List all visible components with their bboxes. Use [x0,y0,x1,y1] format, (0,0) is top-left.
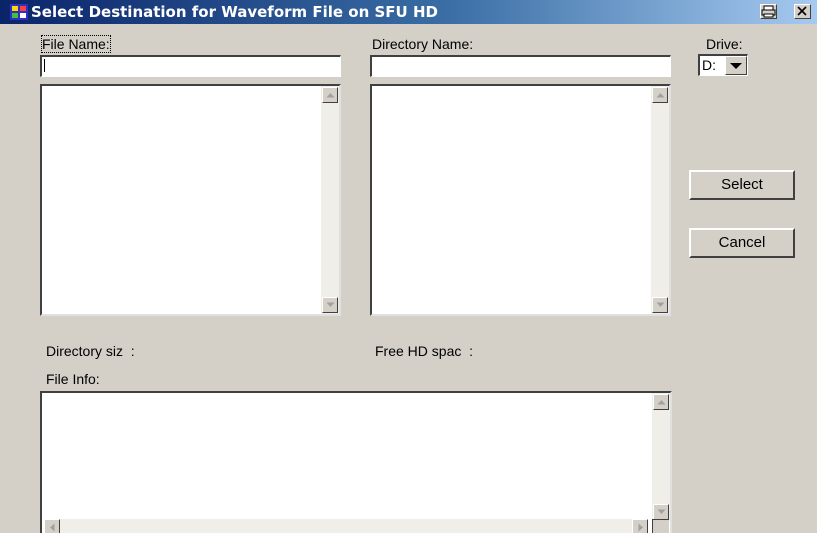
file-info-scroll-right-button[interactable] [632,519,648,533]
drive-selected-value: D: [702,57,716,73]
file-info-scroll-up-button[interactable] [653,394,669,410]
directory-listbox[interactable] [370,84,671,316]
window-title: Select Destination for Waveform File on … [31,3,438,21]
file-list-scrollbar[interactable] [321,86,339,314]
file-list-scroll-up-button[interactable] [322,87,338,103]
arrow-down-icon [656,302,665,307]
file-listbox[interactable] [40,84,341,316]
free-hd-space-label: Free HD spac : [375,343,474,359]
arrow-up-icon [326,93,335,98]
chevron-down-icon [730,63,742,69]
file-list-scroll-down-button[interactable] [322,297,338,313]
directory-list-scroll-up-button[interactable] [652,87,668,103]
drive-dropdown-button[interactable] [725,56,747,75]
file-name-label: File Name: [41,35,111,53]
text-caret [44,59,45,72]
arrow-up-icon [657,400,666,405]
file-info-label: File Info: [46,371,100,387]
close-button[interactable] [794,4,811,19]
size-grip [652,519,669,533]
file-info-scroll-down-button[interactable] [653,504,669,520]
cancel-button[interactable]: Cancel [689,228,795,258]
cancel-button-label: Cancel [718,234,766,251]
arrow-right-icon [638,523,643,532]
drive-label: Drive: [706,36,743,52]
dialog-window: Select Destination for Waveform File on … [0,0,817,533]
directory-name-input[interactable] [370,55,671,77]
arrow-down-icon [657,509,666,514]
close-icon [797,6,807,16]
directory-list-scrollbar[interactable] [651,86,669,314]
directory-list-scroll-down-button[interactable] [652,297,668,313]
application-icon [10,4,28,20]
drive-select[interactable]: D: [698,54,748,76]
arrow-up-icon [656,93,665,98]
file-info-horizontal-scrollbar[interactable] [44,519,648,533]
directory-name-label: Directory Name: [372,36,474,52]
arrow-down-icon [326,302,335,307]
select-button-label: Select [721,176,763,193]
file-info-scroll-left-button[interactable] [44,519,60,533]
arrow-left-icon [50,523,55,532]
print-icon [761,5,776,18]
title-bar[interactable]: Select Destination for Waveform File on … [0,0,817,24]
directory-size-label: Directory siz : [46,343,135,359]
select-button[interactable]: Select [689,170,795,200]
print-button[interactable] [760,4,777,19]
file-name-input[interactable] [40,55,341,77]
file-info-textarea[interactable] [40,391,672,533]
file-info-vertical-scrollbar[interactable] [652,393,670,521]
